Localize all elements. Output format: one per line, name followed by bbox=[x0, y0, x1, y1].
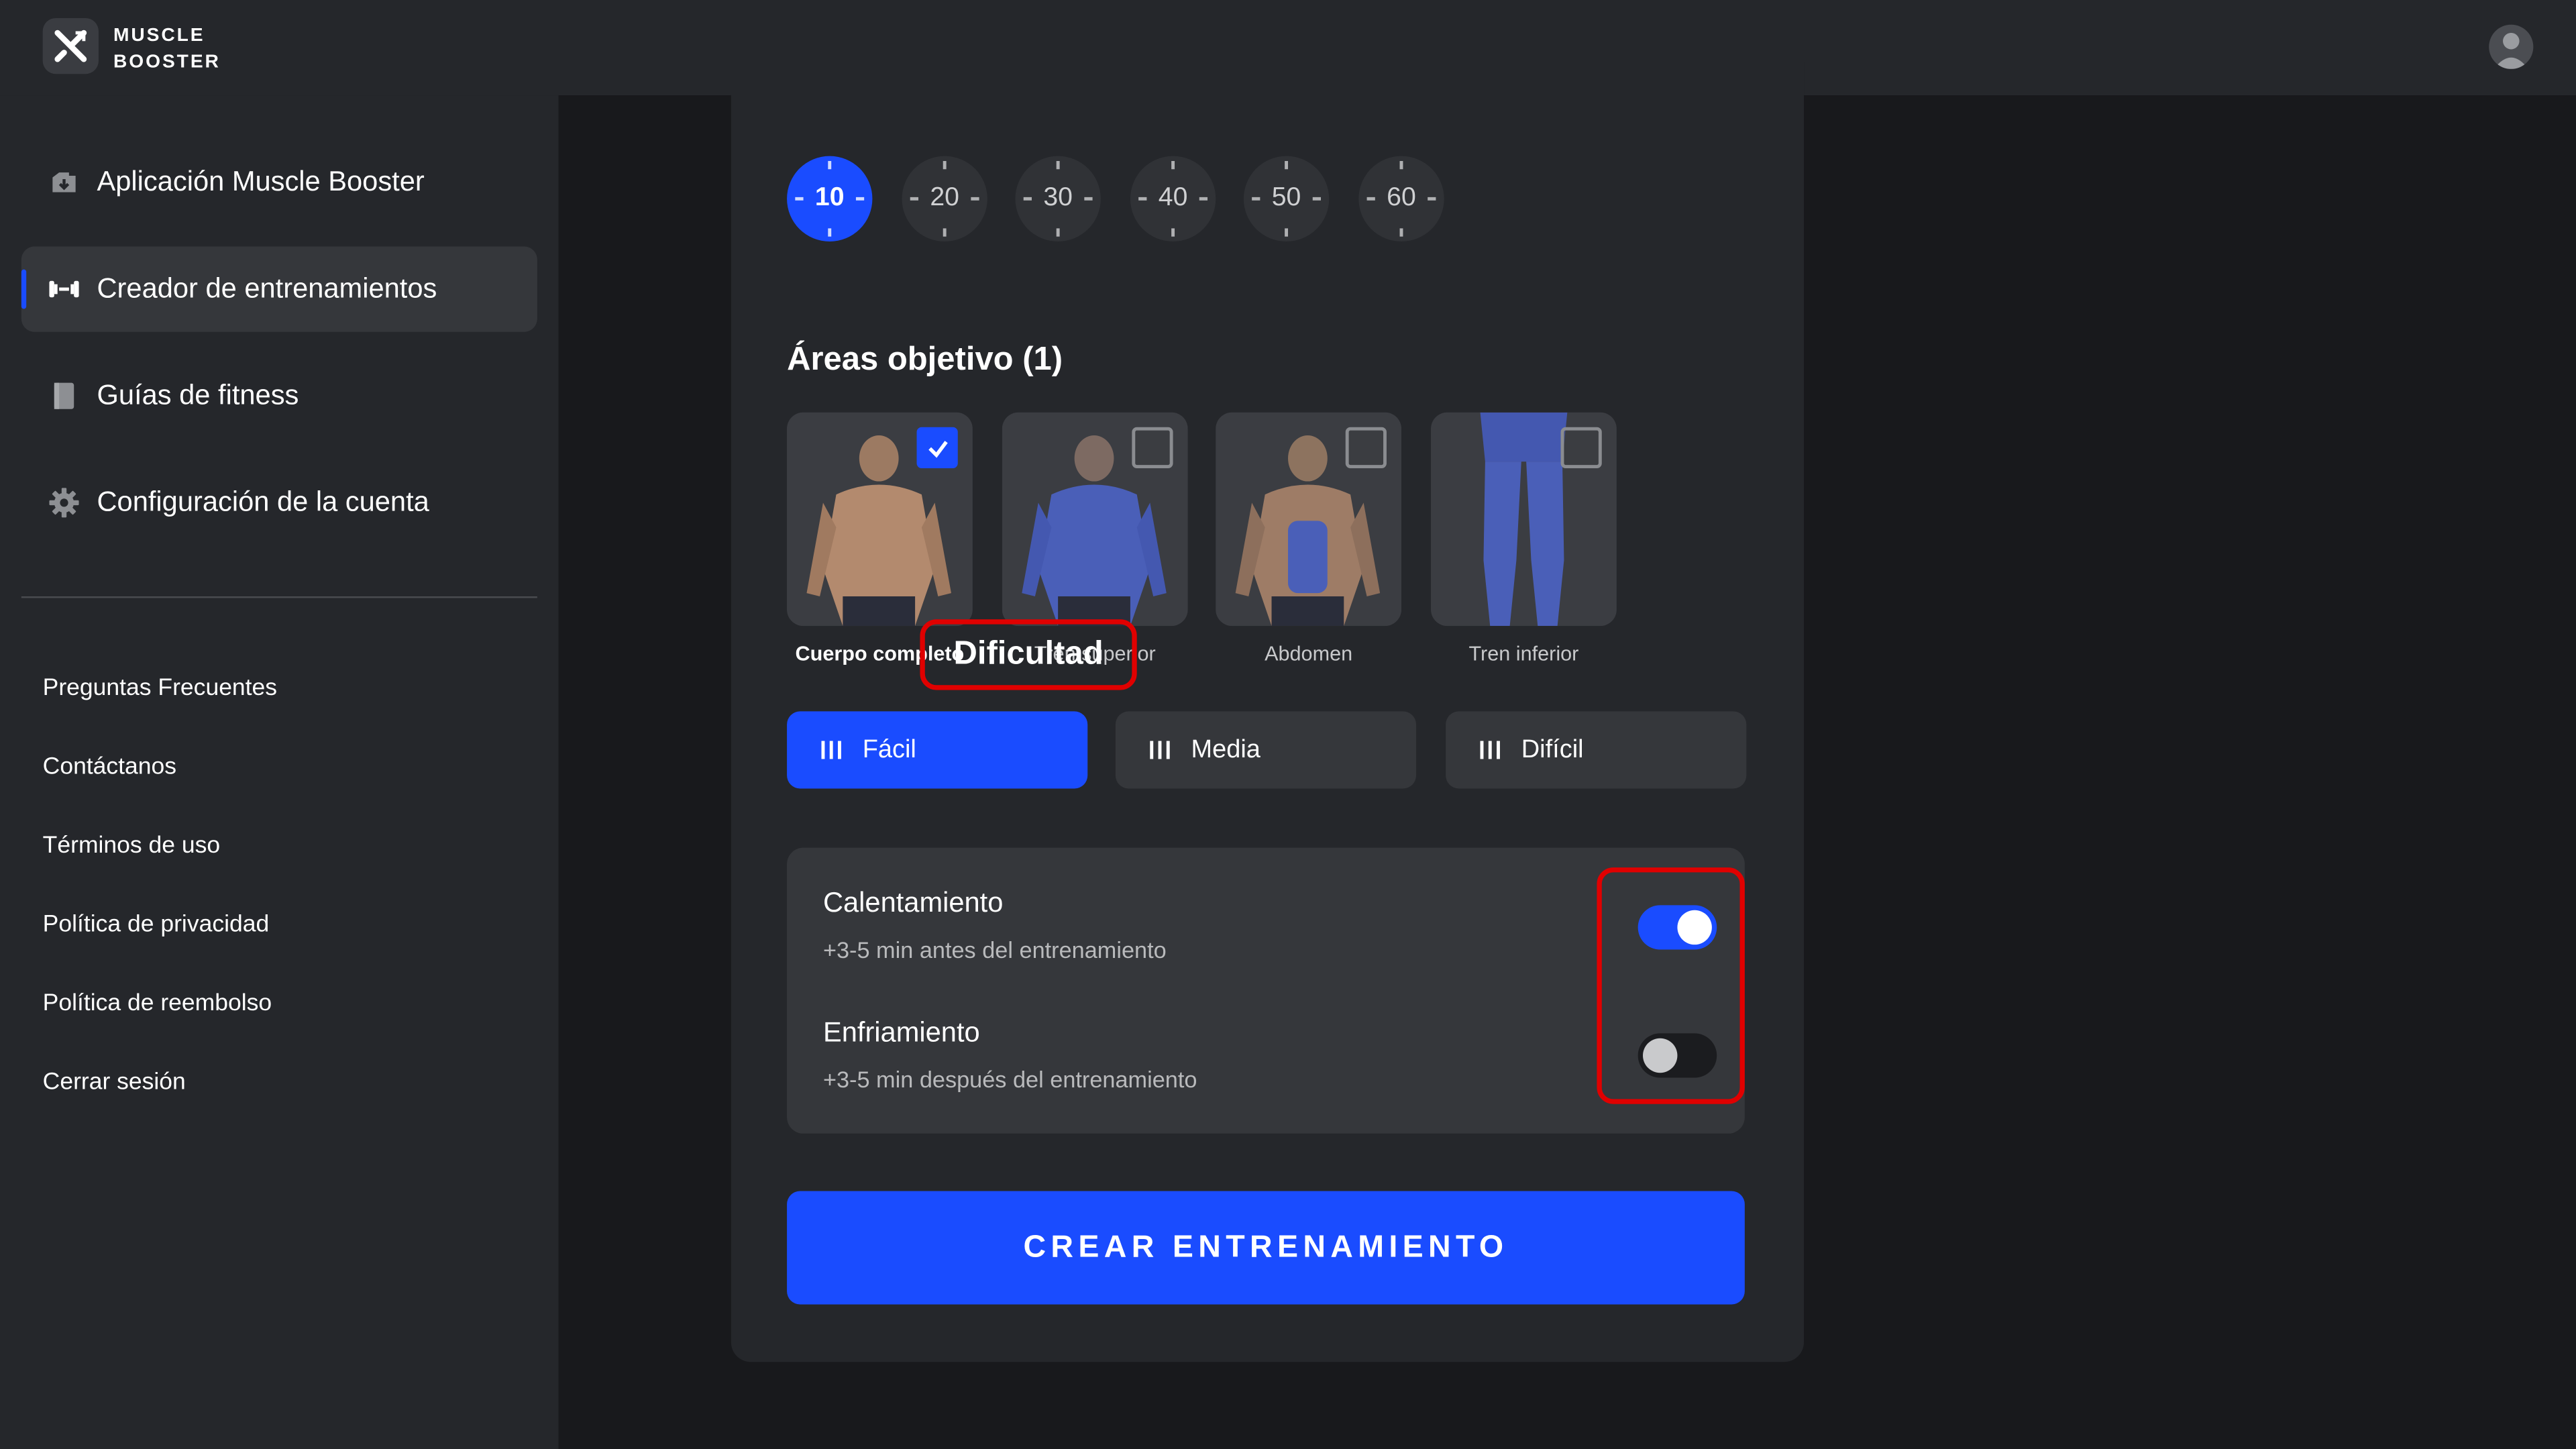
difficulty-label: Difícil bbox=[1521, 735, 1584, 763]
workout-builder-panel: 10 20 30 40 50 60 Áreas objetivo (1) Cue… bbox=[731, 62, 1805, 1362]
cooldown-title: Enfriamiento bbox=[822, 1016, 980, 1049]
gear-icon bbox=[46, 484, 83, 521]
link-faq[interactable]: Preguntas Frecuentes bbox=[43, 676, 277, 702]
target-areas-title: Áreas objetivo (1) bbox=[787, 341, 1063, 378]
area-label: Abdomen bbox=[1265, 642, 1353, 665]
check-icon bbox=[928, 439, 947, 458]
brand-line-1: MUSCLE bbox=[113, 26, 205, 46]
difficulty-bars-icon bbox=[1150, 741, 1170, 759]
create-workout-label: CREAR ENTRENAMIENTO bbox=[1023, 1230, 1509, 1265]
duration-value: 40 bbox=[1158, 184, 1188, 212]
sidebar-item-app[interactable]: Aplicación Muscle Booster bbox=[21, 140, 537, 225]
sidebar: Aplicación Muscle Booster Creador de ent… bbox=[0, 95, 559, 1449]
main-content: 10 20 30 40 50 60 Áreas objetivo (1) Cue… bbox=[558, 62, 2576, 1449]
duration-value: 50 bbox=[1271, 184, 1301, 212]
area-card-abs[interactable]: Abdomen bbox=[1216, 412, 1401, 665]
duration-value: 30 bbox=[1043, 184, 1073, 212]
link-terms[interactable]: Términos de uso bbox=[43, 833, 220, 859]
brand-name: MUSCLE BOOSTER bbox=[113, 23, 221, 75]
dumbbell-icon bbox=[46, 271, 83, 307]
link-refund[interactable]: Política de reembolso bbox=[43, 991, 272, 1017]
toggles-highlight-frame bbox=[1597, 867, 1745, 1104]
difficulty-hard-button[interactable]: Difícil bbox=[1446, 711, 1747, 789]
difficulty-title: Dificultad bbox=[920, 619, 1137, 690]
difficulty-easy-button[interactable]: Fácil bbox=[787, 711, 1088, 789]
muscle-booster-logo-icon[interactable] bbox=[42, 17, 99, 74]
warmup-title: Calentamiento bbox=[822, 887, 1004, 918]
cooldown-subtitle: +3-5 min después del entrenamiento bbox=[822, 1066, 1197, 1093]
create-workout-button[interactable]: CREAR ENTRENAMIENTO bbox=[787, 1191, 1745, 1305]
difficulty-label: Fácil bbox=[862, 735, 916, 763]
area-checkbox[interactable] bbox=[1345, 427, 1387, 468]
sidebar-item-label: Creador de entrenamientos bbox=[97, 272, 437, 305]
duration-value: 20 bbox=[930, 184, 959, 212]
toggle-knob bbox=[1643, 1038, 1678, 1073]
warmup-subtitle: +3-5 min antes del entrenamiento bbox=[822, 936, 1167, 963]
duration-option-50[interactable]: 50 bbox=[1243, 156, 1330, 242]
difficulty-label: Media bbox=[1191, 735, 1260, 763]
sidebar-item-label: Aplicación Muscle Booster bbox=[97, 166, 425, 197]
duration-option-40[interactable]: 40 bbox=[1130, 156, 1216, 242]
warmup-toggle[interactable] bbox=[1638, 905, 1717, 950]
lower-body-image bbox=[1431, 412, 1617, 627]
book-icon bbox=[46, 378, 83, 414]
link-privacy[interactable]: Política de privacidad bbox=[43, 912, 270, 938]
sidebar-item-account-settings[interactable]: Configuración de la cuenta bbox=[21, 460, 537, 545]
difficulty-title-text: Dificultad bbox=[953, 635, 1104, 672]
full-body-image bbox=[787, 412, 973, 627]
difficulty-medium-button[interactable]: Media bbox=[1115, 711, 1417, 789]
area-checkbox-checked[interactable] bbox=[916, 427, 958, 468]
sidebar-item-label: Configuración de la cuenta bbox=[97, 486, 429, 518]
duration-option-10[interactable]: 10 bbox=[787, 156, 873, 242]
toggle-knob bbox=[1677, 910, 1712, 945]
sidebar-item-label: Guías de fitness bbox=[97, 379, 299, 411]
difficulty-bars-icon bbox=[1480, 741, 1500, 759]
link-contact[interactable]: Contáctanos bbox=[43, 754, 176, 780]
upper-body-image bbox=[1002, 412, 1188, 627]
duration-value: 60 bbox=[1387, 184, 1416, 212]
sidebar-item-workout-builder[interactable]: Creador de entrenamientos bbox=[21, 246, 537, 332]
duration-option-30[interactable]: 30 bbox=[1015, 156, 1101, 242]
abs-image bbox=[1216, 412, 1401, 627]
download-cloud-icon bbox=[46, 164, 83, 201]
link-logout[interactable]: Cerrar sesión bbox=[43, 1069, 186, 1095]
cooldown-toggle[interactable] bbox=[1638, 1033, 1717, 1078]
duration-value: 10 bbox=[814, 184, 845, 212]
sidebar-item-fitness-guides[interactable]: Guías de fitness bbox=[21, 354, 537, 439]
brand-line-2: BOOSTER bbox=[113, 52, 221, 72]
duration-option-60[interactable]: 60 bbox=[1358, 156, 1444, 242]
area-checkbox[interactable] bbox=[1132, 427, 1173, 468]
sidebar-divider bbox=[21, 596, 537, 598]
area-checkbox[interactable] bbox=[1560, 427, 1602, 468]
extra-options-card: Calentamiento +3-5 min antes del entrena… bbox=[787, 847, 1745, 1134]
area-card-lower-body[interactable]: Tren inferior bbox=[1431, 412, 1617, 665]
difficulty-bars-icon bbox=[821, 741, 841, 759]
user-avatar-icon[interactable] bbox=[2489, 24, 2534, 69]
area-label: Tren inferior bbox=[1468, 642, 1579, 665]
duration-option-20[interactable]: 20 bbox=[902, 156, 987, 242]
